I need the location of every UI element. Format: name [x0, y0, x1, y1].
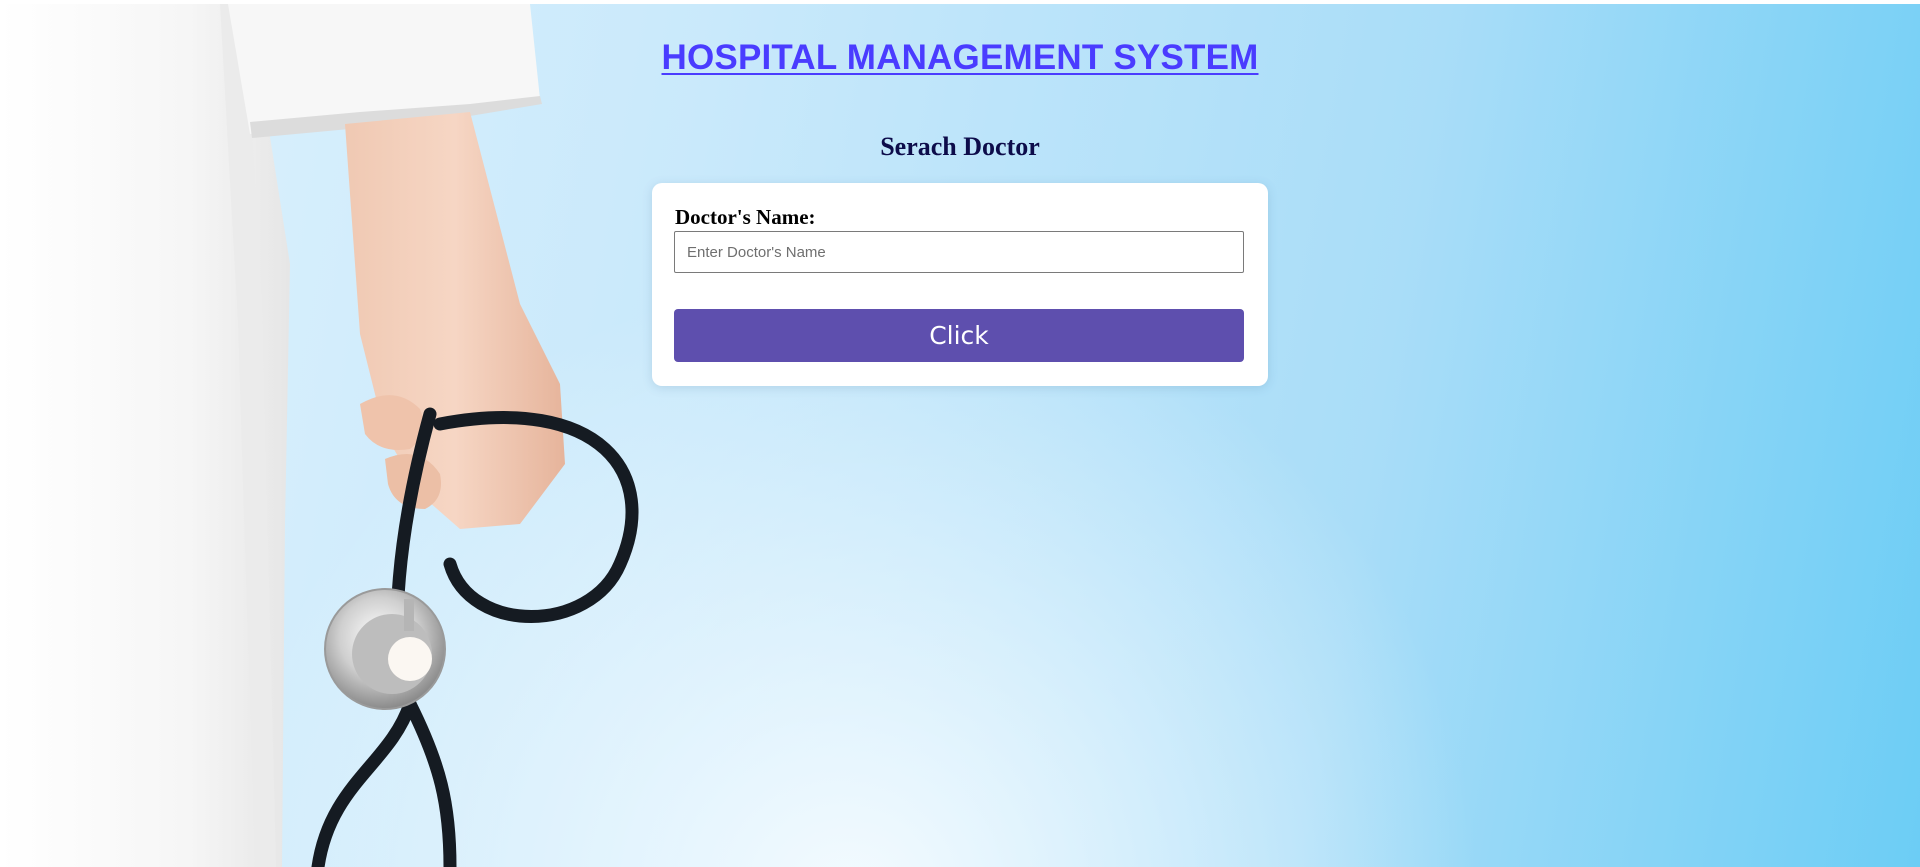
doctor-name-label: Doctor's Name:: [675, 205, 816, 229]
page-background: HOSPITAL MANAGEMENT SYSTEM Serach Doctor…: [0, 4, 1920, 867]
search-submit-button[interactable]: Click: [674, 309, 1244, 362]
doctor-name-input[interactable]: [674, 231, 1244, 273]
search-doctor-form: Doctor's Name: Click: [652, 183, 1268, 386]
section-heading: Serach Doctor: [880, 132, 1040, 161]
app-title-link[interactable]: HOSPITAL MANAGEMENT SYSTEM: [0, 38, 1920, 78]
